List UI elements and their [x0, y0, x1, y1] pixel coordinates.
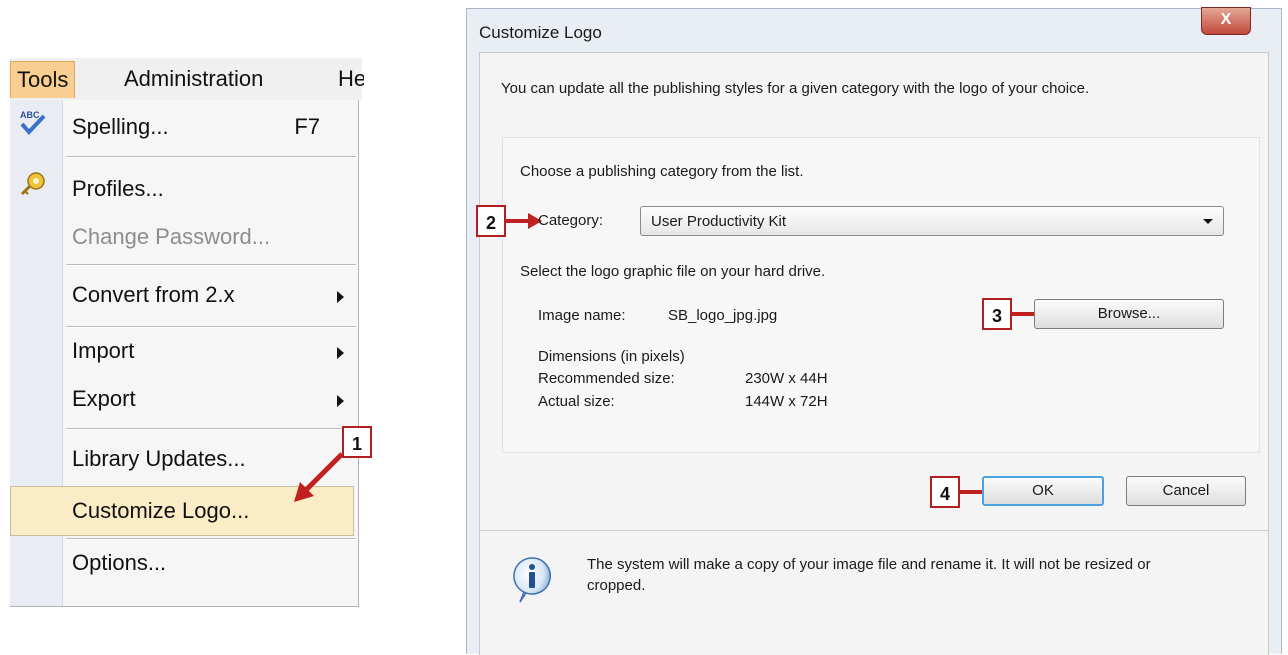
menu-item-convert[interactable]: Convert from 2.x [72, 280, 235, 310]
svg-text:ABC: ABC [20, 110, 40, 120]
callout-arrow-icon [506, 213, 542, 229]
menu-item-library-updates[interactable]: Library Updates... [72, 444, 246, 474]
callout-4: 4 [930, 476, 960, 508]
submenu-arrow-icon [337, 291, 344, 303]
chevron-down-icon [1203, 219, 1213, 224]
category-select[interactable]: User Productivity Kit [640, 206, 1224, 236]
recommended-size-label: Recommended size: [538, 370, 675, 387]
menu-item-change-password-label: Change Password... [72, 224, 271, 249]
category-label: Category: [538, 212, 604, 229]
callout-arrow-icon [294, 452, 344, 502]
select-logo-text: Select the logo graphic file on your har… [520, 263, 826, 280]
cancel-button[interactable]: Cancel [1126, 476, 1246, 506]
choose-category-text: Choose a publishing category from the li… [520, 163, 804, 180]
menu-item-import-label: Import [72, 338, 135, 363]
dialog-separator [480, 530, 1268, 531]
menu-tools[interactable]: Tools [10, 61, 76, 98]
menu-separator [66, 428, 356, 430]
menu-item-export[interactable]: Export [72, 384, 136, 414]
tools-dropdown-menu: ABC Spelling... F7 Profiles... Change Pa… [10, 100, 359, 607]
browse-button[interactable]: Browse... [1034, 299, 1224, 329]
image-name-label: Image name: [538, 307, 626, 324]
menu-administration-label: Administration [124, 66, 264, 91]
info-text-line-2: cropped. [587, 577, 646, 594]
menu-separator [66, 538, 356, 540]
spelling-abc-icon: ABC [20, 110, 46, 135]
close-button[interactable]: X [1201, 7, 1251, 35]
dialog-title: Customize Logo [479, 23, 602, 42]
submenu-arrow-icon [337, 347, 344, 359]
submenu-arrow-icon [337, 395, 344, 407]
actual-size-label: Actual size: [538, 393, 615, 410]
menu-separator [66, 156, 356, 158]
menu-separator [66, 326, 356, 328]
menu-item-change-password: Change Password... [72, 222, 270, 252]
actual-size-value: 144W x 72H [745, 393, 828, 410]
menu-separator [66, 264, 356, 266]
callout-3: 3 [982, 298, 1012, 330]
menu-item-convert-label: Convert from 2.x [72, 282, 235, 307]
menu-administration[interactable]: Administration [118, 61, 269, 97]
dimensions-label: Dimensions (in pixels) [538, 348, 685, 365]
menu-help-label: He [338, 66, 364, 91]
category-select-value: User Productivity Kit [651, 213, 787, 230]
menu-item-import[interactable]: Import [72, 336, 134, 366]
menu-item-profiles[interactable]: Profiles... [72, 174, 164, 204]
spelling-shortcut: F7 [294, 114, 320, 139]
image-name-value: SB_logo_jpg.jpg [668, 307, 778, 324]
menu-tools-label: Tools [17, 67, 69, 92]
menu-item-options-label: Options... [72, 550, 167, 575]
dialog-intro-text: You can update all the publishing styles… [501, 80, 1090, 97]
menu-item-library-updates-label: Library Updates... [72, 446, 246, 471]
menu-item-customize-logo-label: Customize Logo... [72, 498, 250, 523]
menu-item-spelling[interactable]: Spelling... [72, 112, 169, 142]
menu-help[interactable]: He [338, 61, 364, 97]
menu-item-profiles-label: Profiles... [72, 176, 164, 201]
info-icon [513, 557, 551, 603]
profiles-key-icon [20, 172, 45, 196]
info-text-line-1: The system will make a copy of your imag… [587, 556, 1151, 573]
menu-item-customize-logo[interactable]: Customize Logo... [72, 496, 249, 526]
ok-button[interactable]: OK [982, 476, 1104, 506]
menu-item-options[interactable]: Options... [72, 548, 166, 578]
callout-2: 2 [476, 205, 506, 237]
recommended-size-value: 230W x 44H [745, 370, 828, 387]
settings-group-box [502, 137, 1260, 453]
menu-item-spelling-label: Spelling... [72, 114, 169, 139]
menu-item-export-label: Export [72, 386, 136, 411]
